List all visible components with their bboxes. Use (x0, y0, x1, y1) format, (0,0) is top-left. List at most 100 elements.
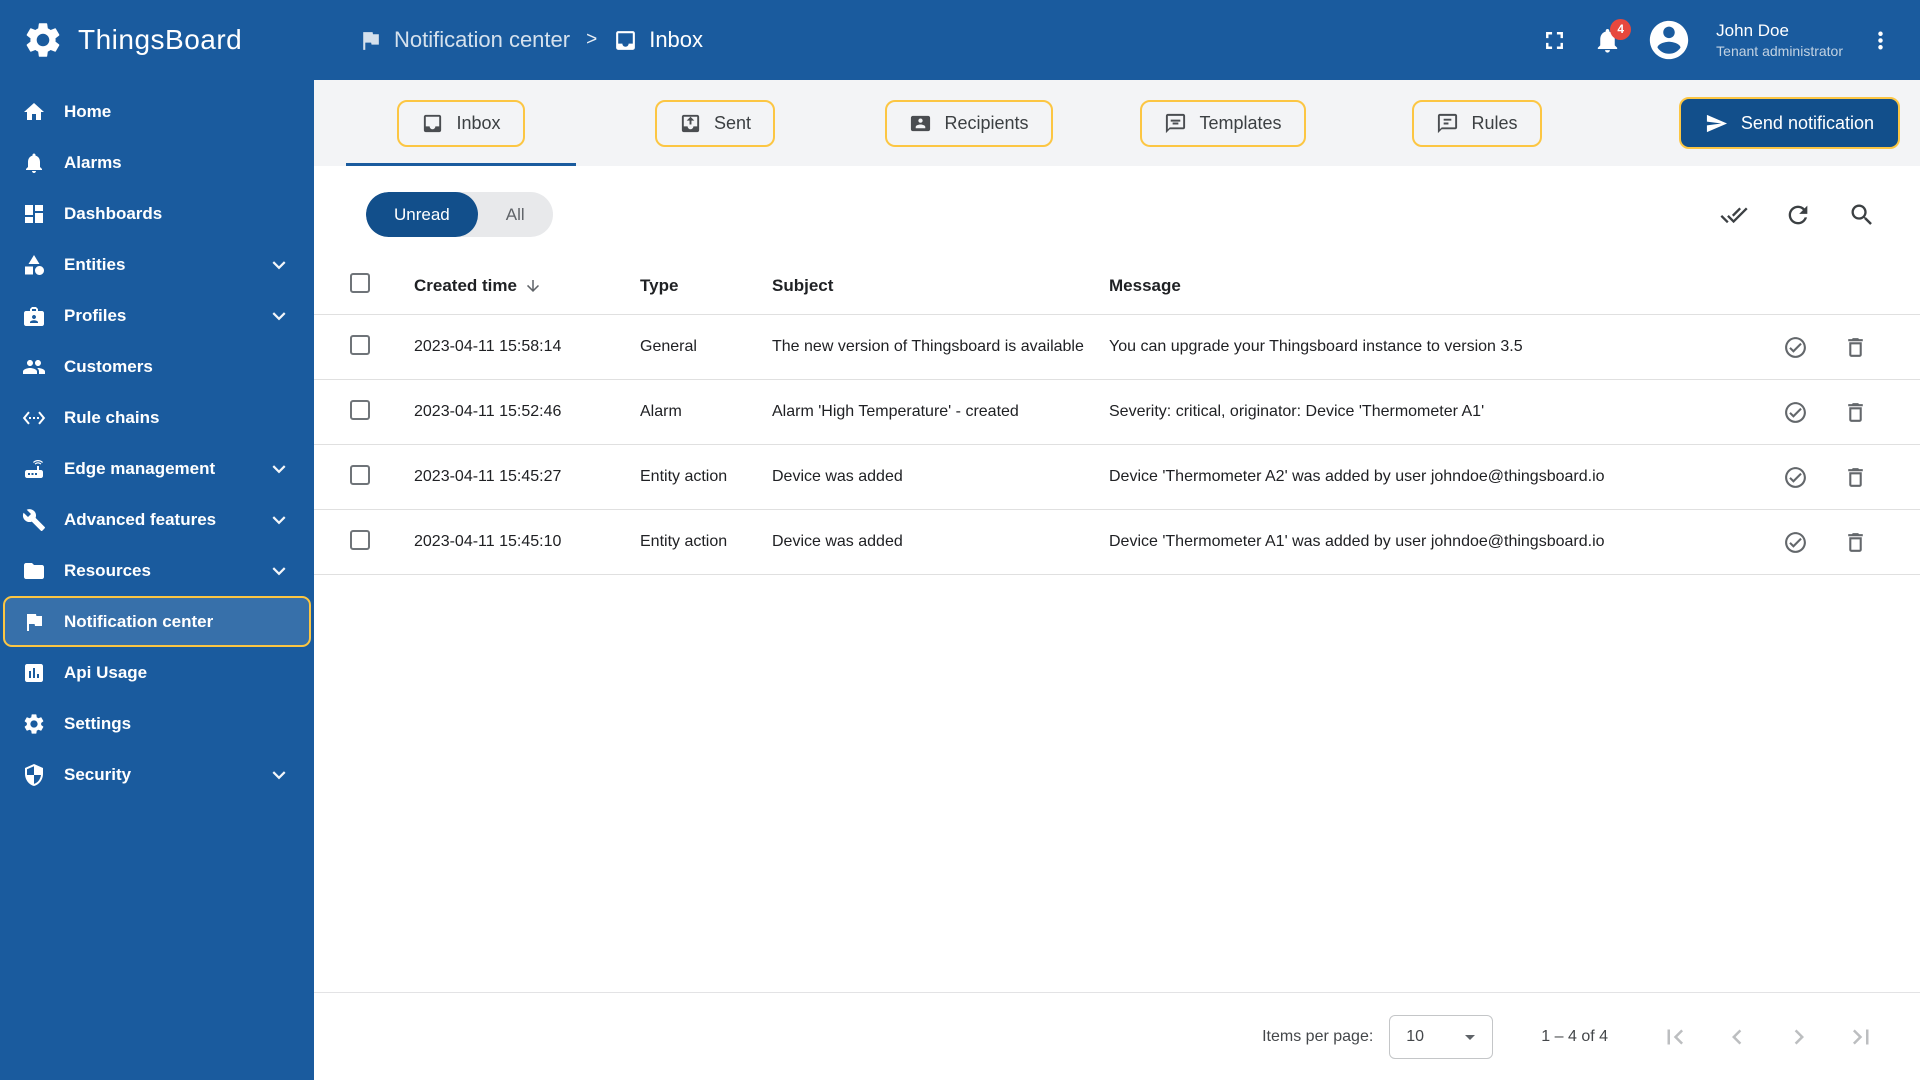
tab-sent[interactable]: Sent (588, 80, 842, 166)
next-page-button[interactable] (1784, 1022, 1814, 1052)
user-info: John Doe Tenant administrator (1716, 20, 1843, 60)
sidebar-item-profiles[interactable]: Profiles (3, 290, 311, 341)
mark-read-button[interactable] (1783, 335, 1808, 360)
sidebar-item-security[interactable]: Security (3, 749, 311, 800)
send-notification-button[interactable]: Send notification (1678, 97, 1900, 149)
mark-read-button[interactable] (1783, 530, 1808, 555)
sent-icon (679, 112, 702, 135)
row-checkbox[interactable] (350, 464, 370, 485)
row-checkbox[interactable] (350, 529, 370, 550)
inbox-toolbar: Unread All (314, 166, 1920, 257)
sidebar-item-customers[interactable]: Customers (3, 341, 311, 392)
filter-unread-option[interactable]: Unread (366, 192, 478, 237)
chevron-down-icon (266, 303, 292, 329)
search-icon (1848, 201, 1876, 229)
delete-button[interactable] (1843, 530, 1868, 555)
check-circle-icon (1783, 400, 1808, 425)
notification-center-icon (22, 610, 46, 634)
api-usage-icon (22, 661, 46, 685)
sidebar-item-home[interactable]: Home (3, 86, 311, 137)
pagination-bar: Items per page: 10 1 – 4 of 4 (314, 992, 1920, 1080)
more-menu-button[interactable] (1867, 27, 1894, 54)
sidebar: ThingsBoard Home Alarms Dashboards Entit… (0, 0, 314, 1080)
chevron-left-icon (1722, 1022, 1752, 1052)
sidebar-item-entities[interactable]: Entities (3, 239, 311, 290)
select-all-checkbox[interactable] (350, 273, 370, 293)
breadcrumb-inbox[interactable]: Inbox (613, 27, 703, 53)
tab-rules[interactable]: Rules (1350, 80, 1604, 166)
trash-icon (1843, 465, 1868, 490)
table-body: 2023-04-11 15:58:14 General The new vers… (314, 315, 1920, 575)
tabs: Inbox Sent Recipients Templates Rules (334, 80, 1604, 166)
cell-message: Device 'Thermometer A2' was added by use… (1109, 468, 1605, 485)
check-circle-icon (1783, 335, 1808, 360)
mark-read-button[interactable] (1783, 400, 1808, 425)
rules-icon (1436, 112, 1459, 135)
row-checkbox[interactable] (350, 334, 370, 355)
sidebar-item-alarms[interactable]: Alarms (3, 137, 311, 188)
resources-icon (22, 559, 46, 583)
first-page-button[interactable] (1660, 1022, 1690, 1052)
chevron-down-icon (266, 252, 292, 278)
page-range-label: 1 – 4 of 4 (1541, 1027, 1608, 1045)
table-row: 2023-04-11 15:45:27 Entity action Device… (314, 445, 1920, 510)
bell-icon (22, 151, 46, 175)
recipients-icon (909, 112, 932, 135)
last-page-icon (1846, 1022, 1876, 1052)
mark-all-read-button[interactable] (1720, 201, 1748, 229)
delete-button[interactable] (1843, 465, 1868, 490)
sidebar-item-edge-management[interactable]: Edge management (3, 443, 311, 494)
inbox-icon (613, 28, 638, 53)
dashboards-icon (22, 202, 46, 226)
topbar-actions: 4 John Doe Tenant administrator (1540, 17, 1894, 63)
fullscreen-button[interactable] (1540, 26, 1569, 55)
chevron-down-icon (266, 558, 292, 584)
tab-templates[interactable]: Templates (1096, 80, 1350, 166)
sidebar-item-resources[interactable]: Resources (3, 545, 311, 596)
tab-inbox[interactable]: Inbox (334, 80, 588, 166)
thingsboard-logo-icon (22, 19, 64, 61)
cell-type: Alarm (640, 403, 682, 420)
app-root: ThingsBoard Home Alarms Dashboards Entit… (0, 0, 1920, 1080)
app-logo[interactable]: ThingsBoard (0, 0, 314, 80)
sidebar-item-rule-chains[interactable]: Rule chains (3, 392, 311, 443)
breadcrumb-notification-center[interactable]: Notification center (358, 27, 570, 53)
refresh-button[interactable] (1784, 201, 1812, 229)
items-per-page-select[interactable]: 10 (1389, 1014, 1494, 1059)
row-checkbox[interactable] (350, 399, 370, 420)
sidebar-item-api-usage[interactable]: Api Usage (3, 647, 311, 698)
search-button[interactable] (1848, 201, 1876, 229)
delete-button[interactable] (1843, 335, 1868, 360)
notifications-button[interactable]: 4 (1593, 18, 1632, 55)
sort-arrow-icon[interactable] (524, 277, 542, 295)
column-type: Type (640, 275, 679, 295)
sidebar-item-settings[interactable]: Settings (3, 698, 311, 749)
main-column: Notification center > Inbox 4 John Doe T… (314, 0, 1920, 1080)
column-created-time[interactable]: Created time (414, 276, 517, 296)
home-icon (22, 100, 46, 124)
tab-recipients[interactable]: Recipients (842, 80, 1096, 166)
entities-icon (22, 253, 46, 277)
sidebar-item-notification-center[interactable]: Notification center (3, 596, 311, 647)
customers-icon (22, 355, 46, 379)
sidebar-nav: Home Alarms Dashboards Entities Profiles… (0, 80, 314, 800)
previous-page-button[interactable] (1722, 1022, 1752, 1052)
user-avatar[interactable] (1646, 17, 1692, 63)
app-title: ThingsBoard (78, 24, 243, 55)
cell-message: Device 'Thermometer A1' was added by use… (1109, 533, 1605, 550)
edge-management-icon (22, 457, 46, 481)
table-row: 2023-04-11 15:52:46 Alarm Alarm 'High Te… (314, 380, 1920, 445)
mark-read-button[interactable] (1783, 465, 1808, 490)
table-row: 2023-04-11 15:58:14 General The new vers… (314, 315, 1920, 380)
read-filter-toggle: Unread All (366, 192, 553, 237)
account-circle-icon (1646, 17, 1692, 63)
user-name: John Doe (1716, 20, 1789, 40)
delete-button[interactable] (1843, 400, 1868, 425)
profiles-icon (22, 304, 46, 328)
sidebar-item-advanced-features[interactable]: Advanced features (3, 494, 311, 545)
last-page-button[interactable] (1846, 1022, 1876, 1052)
sidebar-item-dashboards[interactable]: Dashboards (3, 188, 311, 239)
advanced-features-icon (22, 508, 46, 532)
filter-all-option[interactable]: All (478, 192, 553, 237)
trash-icon (1843, 335, 1868, 360)
